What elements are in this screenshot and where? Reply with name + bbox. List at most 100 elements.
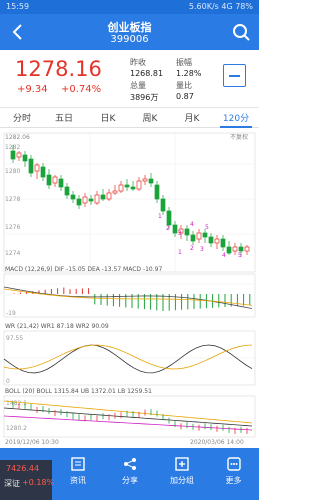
kline-chart[interactable]: 1282.06 不复权 1282 1280 1278 1276 1274 123… [0, 129, 259, 446]
stat-value-amplitude: 1.28% [176, 69, 202, 78]
main-panel-frame [3, 132, 256, 273]
candle-body [172, 224, 178, 234]
nav-more[interactable]: 更多 [208, 448, 259, 488]
page-title: 创业板指 [107, 21, 152, 34]
stock-code: 399006 [110, 34, 149, 45]
candle-body [130, 186, 136, 190]
wave-label: 1 [178, 249, 182, 256]
wave-label: 4 [222, 252, 226, 259]
minus-icon [229, 75, 240, 77]
candle-body [142, 178, 148, 182]
nav-more-label: 更多 [225, 476, 242, 485]
wr2-line [3, 344, 253, 370]
main-top-label: 1282.06 [5, 134, 30, 141]
candle-body [196, 232, 202, 240]
tab-monthly-k[interactable]: 月K [178, 111, 206, 124]
stat-value-volume-ratio: 0.87 [176, 92, 194, 101]
news-icon [71, 457, 85, 471]
candle-body [46, 174, 52, 186]
stat-label-amplitude: 振幅 [176, 58, 192, 67]
candle-body [166, 210, 172, 226]
stat-value-prev-close: 1268.81 [130, 69, 164, 78]
remove-watchlist-button[interactable] [223, 64, 246, 87]
boll-legend: BOLL (20) BOLL 1315.84 UB 1372.01 LB 125… [5, 388, 152, 395]
main-tick-2: 1278 [5, 196, 20, 203]
tab-120min[interactable]: 120分 [220, 111, 252, 124]
candle-body [58, 178, 64, 188]
nav-news[interactable]: 资讯 [52, 448, 104, 488]
candle-body [202, 232, 208, 238]
status-time: 15:59 [6, 2, 30, 11]
stat-label-volume-ratio: 量比 [176, 81, 192, 90]
candle-body [184, 228, 190, 236]
stat-value-volume: 3896万 [130, 93, 159, 102]
macd-dif-line [3, 286, 253, 309]
tab-five-day[interactable]: 五日 [50, 111, 78, 124]
status-indicators: 5.60K/s 4G 78% [188, 2, 253, 11]
search-icon[interactable] [231, 22, 251, 42]
index-name: 深证 [4, 479, 20, 488]
nav-add-group-label: 加分组 [170, 476, 194, 485]
status-bar: 15:59 5.60K/s 4G 78% [0, 0, 259, 14]
index-ticker[interactable]: 7426.44 深证 +0.18% [0, 460, 55, 500]
candle-body [160, 198, 166, 212]
stat-label-prev-close: 昨收 [130, 58, 146, 67]
wave-label: 2 [190, 245, 194, 252]
candle-body [88, 198, 94, 202]
active-tab-indicator [220, 126, 252, 128]
date-end: 2020/03/06 14:00 [190, 439, 244, 446]
candle-body [34, 164, 40, 172]
candle-body [238, 246, 244, 252]
candle-body [28, 158, 34, 174]
nav-add-group[interactable]: 加分组 [156, 448, 208, 488]
boll-upper-line [3, 400, 253, 424]
share-icon [124, 458, 136, 470]
candle-body [16, 152, 22, 158]
nav-share[interactable]: 分享 [104, 448, 156, 488]
wave-label: 2 [166, 225, 170, 232]
date-start: 2019/12/06 10:30 [5, 439, 59, 446]
candle-body [10, 150, 16, 160]
index-price: 7426.44 [6, 464, 40, 473]
adjustment-tag[interactable]: 不复权 [230, 133, 248, 141]
period-tabs: 分时 五日 日K 周K 月K 120分 [0, 108, 259, 128]
candle-body [208, 236, 214, 244]
candle-body [226, 246, 232, 254]
price-change-percent: +0.74% [61, 84, 102, 95]
wr-tick-bottom: 0 [6, 378, 10, 385]
quote-panel: 1278.16 +9.34 +0.74% 昨收 1268.81 振幅 1.28%… [0, 50, 259, 108]
add-group-icon [175, 457, 189, 471]
candle-body [154, 184, 160, 200]
wr-tick-top: 97.55 [6, 335, 23, 342]
nav-news-label: 资讯 [70, 476, 86, 485]
back-icon[interactable] [8, 22, 28, 42]
macd-histogram [13, 287, 251, 311]
main-tick-4: 1274 [5, 250, 20, 257]
more-icon [226, 457, 241, 471]
tab-intraday[interactable]: 分时 [8, 111, 36, 124]
boll-tick-top: 1482.1 [6, 400, 27, 407]
index-change-pct: +0.18% [22, 478, 55, 487]
app-root: 15:59 5.60K/s 4G 78% 创业板指 399006 1278.16… [0, 0, 259, 500]
candle-body [118, 184, 124, 192]
wave-label: 5 [238, 252, 242, 259]
candlestick-series [10, 145, 250, 257]
wave-label: 4 [190, 221, 194, 228]
wave-label: 1 [158, 213, 162, 220]
tab-daily-k[interactable]: 日K [94, 111, 122, 124]
macd-dea-line [3, 288, 253, 306]
wave-label: 5 [205, 224, 209, 231]
nav-share-label: 分享 [122, 476, 138, 485]
header: 创业板指 399006 [0, 14, 259, 50]
candle-body [82, 196, 88, 204]
price-change: +9.34 [17, 84, 48, 95]
wr-legend: WR (21,42) WR1 87.18 WR2 90.09 [5, 323, 109, 330]
boll-price-bars [12, 401, 248, 434]
macd-legend: MACD (12,26,9) DIF -15.05 DEA -13.57 MAC… [5, 266, 162, 273]
candle-body [244, 246, 250, 252]
tab-weekly-k[interactable]: 周K [136, 111, 164, 124]
stat-label-volume: 总量 [130, 81, 146, 90]
candle-body [40, 166, 46, 178]
macd-panel-frame [3, 273, 256, 318]
current-price: 1278.16 [15, 57, 102, 81]
